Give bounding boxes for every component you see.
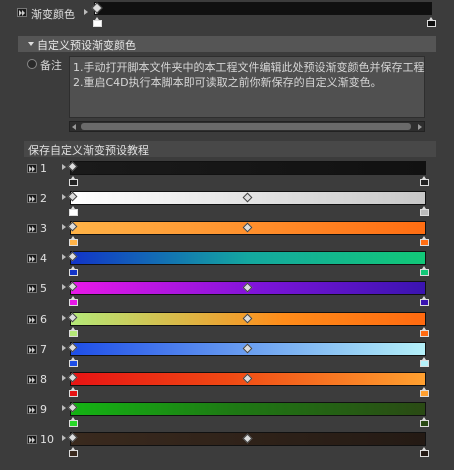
expand-arrow-icon[interactable] (62, 374, 66, 381)
scroll-right-icon[interactable] (418, 124, 422, 130)
gradient-bar[interactable] (70, 251, 426, 266)
gradient-stop-left[interactable] (69, 296, 78, 307)
preset-label: 9 (40, 402, 47, 416)
keyframe-icon[interactable] (17, 8, 27, 17)
gradient-stop-left[interactable] (69, 206, 78, 217)
expand-arrow-icon[interactable] (62, 404, 66, 411)
gradient-stop-left[interactable] (69, 266, 78, 277)
expand-arrow-icon[interactable] (62, 194, 66, 201)
gradient-stop-right[interactable] (420, 356, 429, 367)
keyframe-icon[interactable] (27, 314, 37, 324)
gradient-stop-right[interactable] (420, 386, 429, 397)
expand-arrow-icon[interactable] (62, 434, 66, 441)
keyframe-icon[interactable] (27, 224, 37, 234)
note-label: 备注 (40, 59, 62, 72)
keyframe-icon[interactable] (27, 194, 37, 204)
preset-row: 5 (0, 278, 454, 308)
preset-label: 7 (40, 342, 47, 356)
note-label-row: 备注 (18, 56, 68, 72)
gradient-stop-right[interactable] (420, 326, 429, 337)
gradient-stop-right[interactable] (420, 416, 429, 427)
keyframe-icon[interactable] (27, 434, 37, 444)
preset-row: 2 (0, 188, 454, 218)
preset-row: 1 (0, 158, 454, 188)
gradient-stop-left[interactable] (69, 386, 78, 397)
preset-row: 6 (0, 309, 454, 339)
section-title: 自定义预设渐变颜色 (37, 39, 136, 52)
preset-row: 10 (0, 429, 454, 459)
keyframe-icon[interactable] (27, 284, 37, 294)
gradient-stop-right[interactable] (420, 236, 429, 247)
expand-arrow-icon[interactable] (62, 344, 66, 351)
gradient-stop-left[interactable] (69, 326, 78, 337)
preset-row: 3 (0, 218, 454, 248)
keyframe-icon[interactable] (27, 344, 37, 354)
radio-icon[interactable] (27, 59, 37, 69)
preset-label: 1 (40, 162, 47, 175)
preset-row: 7 (0, 339, 454, 369)
expand-arrow-icon[interactable] (62, 314, 66, 321)
gradient-bar[interactable] (70, 401, 426, 416)
gradient-stop-left[interactable] (69, 176, 78, 186)
gradient-stop-right[interactable] (427, 17, 436, 27)
gradient-stop-left[interactable] (69, 446, 78, 457)
expand-arrow-icon[interactable] (62, 284, 66, 291)
preset-label: 6 (40, 312, 47, 326)
presets-list: 1 2 3 4 5 6 7 8 9 10 (0, 158, 454, 470)
expand-arrow-icon[interactable] (62, 164, 66, 170)
note-line-1: 1.手动打开脚本文件夹中的本工程文件编辑此处预设渐变颜色并保存工程 (73, 61, 425, 74)
scroll-left-icon[interactable] (72, 124, 76, 130)
section-header[interactable]: 自定义预设渐变颜色 (18, 36, 436, 52)
preset-label: 2 (40, 192, 47, 206)
preset-label: 8 (40, 372, 47, 386)
preset-row: 8 (0, 369, 454, 399)
note-textarea[interactable]: 1.手动打开脚本文件夹中的本工程文件编辑此处预设渐变颜色并保存工程 2.重启C4… (69, 56, 425, 118)
gradient-stop-left[interactable] (69, 236, 78, 247)
preset-label: 10 (40, 432, 54, 446)
gradient-stop-left[interactable] (93, 17, 102, 27)
horizontal-scrollbar[interactable] (69, 121, 425, 132)
tutorial-header: 保存自定义渐变预设教程 (24, 141, 436, 157)
expand-arrow-icon[interactable] (84, 9, 88, 15)
preset-row: 4 (0, 248, 454, 278)
collapse-arrow-icon (28, 42, 34, 46)
gradient-stop-right[interactable] (420, 266, 429, 277)
preset-row: 9 (0, 399, 454, 429)
expand-arrow-icon[interactable] (62, 254, 66, 261)
keyframe-icon[interactable] (27, 164, 37, 173)
gradient-label: 渐变颜色 (31, 8, 75, 21)
gradient-stop-right[interactable] (420, 206, 429, 217)
gradient-stop-right[interactable] (420, 446, 429, 457)
gradient-bar[interactable] (70, 161, 426, 175)
gradient-stop-left[interactable] (69, 356, 78, 367)
keyframe-icon[interactable] (27, 404, 37, 414)
preset-label: 4 (40, 252, 47, 266)
keyframe-icon[interactable] (27, 254, 37, 264)
scroll-thumb[interactable] (81, 123, 411, 130)
tutorial-title: 保存自定义渐变预设教程 (28, 144, 149, 157)
top-gradient-row: 渐变颜色 (0, 0, 454, 30)
keyframe-icon[interactable] (27, 374, 37, 384)
gradient-stop-left[interactable] (69, 416, 78, 427)
gradient-stop-right[interactable] (420, 296, 429, 307)
preset-label: 5 (40, 282, 47, 296)
preset-label: 3 (40, 222, 47, 236)
gradient-stop-right[interactable] (420, 176, 429, 186)
note-line-2: 2.重启C4D执行本脚本即可读取之前你新保存的自定义渐变色。 (73, 76, 382, 89)
gradient-bar[interactable] (94, 2, 432, 15)
expand-arrow-icon[interactable] (62, 224, 66, 231)
